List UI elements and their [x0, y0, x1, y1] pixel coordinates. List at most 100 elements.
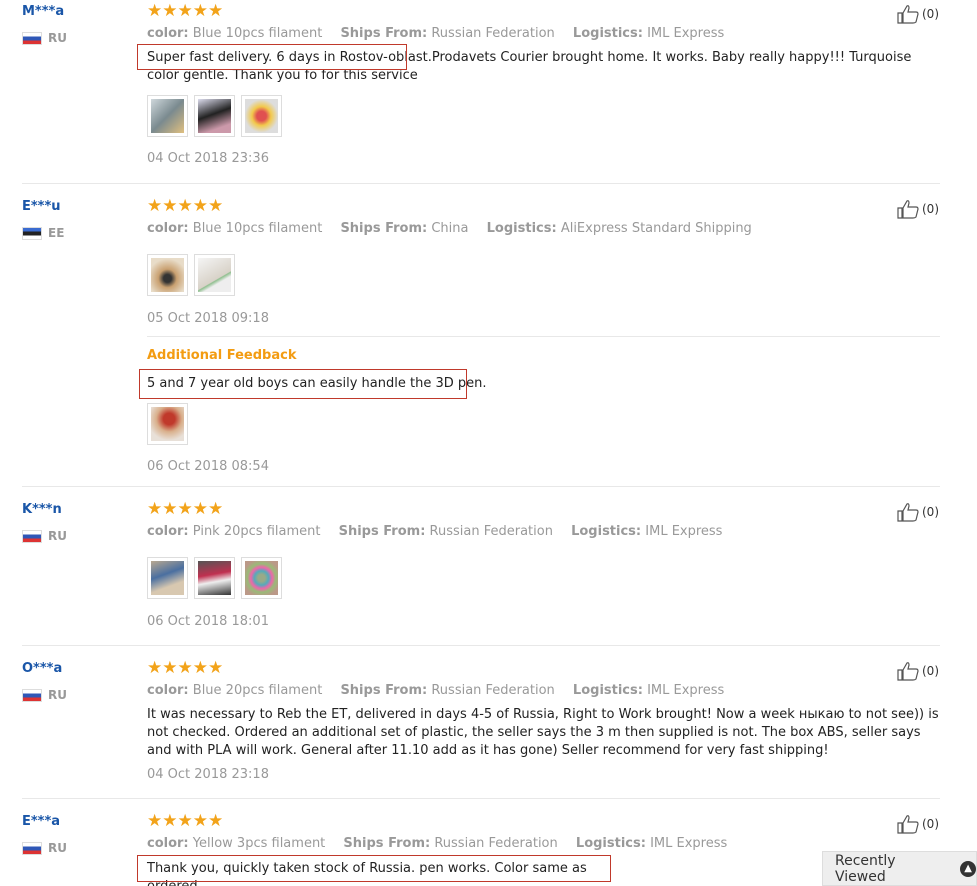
logistics-value: AliExpress Standard Shipping: [560, 221, 752, 236]
helpful-button[interactable]: (0): [897, 199, 939, 219]
reviewer-country: RU: [22, 529, 67, 543]
logistics-label: Logistics:: [572, 683, 643, 698]
review-meta: color: Yellow 3pcs filament Ships From: …: [147, 836, 741, 851]
country-code: RU: [48, 841, 67, 855]
rating-stars: ★★★★★: [147, 811, 224, 831]
additional-feedback-label: Additional Feedback: [147, 348, 297, 363]
reviewer-name[interactable]: E***a: [22, 814, 60, 829]
review-divider: [22, 486, 940, 487]
country-code: RU: [48, 688, 67, 702]
review-divider: [22, 183, 940, 184]
review-photo[interactable]: [147, 403, 188, 445]
review-photo[interactable]: [147, 254, 188, 296]
review-date: 06 Oct 2018 18:01: [147, 614, 269, 629]
helpful-count: (0): [922, 7, 939, 21]
review-photos: [147, 557, 282, 599]
chevron-up-icon: ▲: [960, 860, 976, 877]
reviewer-name[interactable]: E***u: [22, 199, 61, 214]
helpful-count: (0): [922, 505, 939, 519]
reviewer-name[interactable]: M***a: [22, 4, 64, 19]
review-meta: color: Blue 10pcs filament Ships From: C…: [147, 221, 766, 236]
logistics-label: Logistics:: [571, 524, 642, 539]
ships-value: Russian Federation: [429, 524, 553, 539]
rating-stars: ★★★★★: [147, 499, 224, 519]
rating-stars: ★★★★★: [147, 196, 224, 216]
ships-label: Ships From:: [343, 836, 431, 851]
reviewer-country: EE: [22, 226, 64, 240]
color-label: color:: [147, 836, 189, 851]
logistics-value: IML Express: [645, 524, 723, 539]
review-photo[interactable]: [194, 254, 235, 296]
reviewer-name[interactable]: O***a: [22, 661, 62, 676]
russia-flag-icon: [22, 31, 42, 45]
russia-flag-icon: [22, 529, 42, 543]
country-code: RU: [48, 529, 67, 543]
highlight-box: [137, 855, 611, 882]
logistics-value: IML Express: [647, 683, 725, 698]
color-label: color:: [147, 26, 189, 41]
review-photo[interactable]: [194, 95, 235, 137]
color-value: Yellow 3pcs filament: [192, 836, 326, 851]
highlight-box: [137, 44, 407, 70]
thumb-up-icon: [897, 662, 919, 681]
color-label: color:: [147, 683, 189, 698]
review-photo[interactable]: [241, 95, 282, 137]
helpful-count: (0): [922, 202, 939, 216]
russia-flag-icon: [22, 688, 42, 702]
review-date: 04 Oct 2018 23:18: [147, 767, 269, 782]
estonia-flag-icon: [22, 226, 42, 240]
reviewer-country: RU: [22, 688, 67, 702]
russia-flag-icon: [22, 841, 42, 855]
country-code: EE: [48, 226, 65, 240]
reviewer-name[interactable]: K***n: [22, 502, 62, 517]
review-meta: color: Blue 20pcs filament Ships From: R…: [147, 683, 738, 698]
color-label: color:: [147, 221, 189, 236]
review-photo[interactable]: [194, 557, 235, 599]
color-value: Blue 10pcs filament: [192, 221, 323, 236]
review-divider: [22, 798, 940, 799]
review-photo[interactable]: [147, 557, 188, 599]
review-photos: [147, 95, 282, 137]
review-photos: [147, 254, 235, 296]
helpful-count: (0): [922, 664, 939, 678]
ships-label: Ships From:: [338, 524, 426, 539]
logistics-value: IML Express: [647, 26, 725, 41]
review-divider: [22, 645, 940, 646]
color-value: Blue 10pcs filament: [192, 26, 323, 41]
ships-value: Russian Federation: [431, 683, 555, 698]
ships-value: Russian Federation: [431, 26, 555, 41]
color-label: color:: [147, 524, 189, 539]
helpful-button[interactable]: (0): [897, 502, 939, 522]
review-date: 05 Oct 2018 09:18: [147, 311, 269, 326]
review-photo[interactable]: [241, 557, 282, 599]
rating-stars: ★★★★★: [147, 1, 224, 21]
helpful-button[interactable]: (0): [897, 814, 939, 834]
additional-feedback-date: 06 Oct 2018 08:54: [147, 459, 269, 474]
logistics-label: Logistics:: [572, 26, 643, 41]
helpful-count: (0): [922, 817, 939, 831]
reviewer-country: RU: [22, 31, 67, 45]
review-meta: color: Pink 20pcs filament Ships From: R…: [147, 524, 736, 539]
ships-value: China: [431, 221, 469, 236]
ships-label: Ships From:: [340, 26, 428, 41]
logistics-value: IML Express: [650, 836, 728, 851]
color-value: Blue 20pcs filament: [192, 683, 323, 698]
highlight-box: [139, 369, 467, 399]
recently-viewed-tab[interactable]: Recently Viewed ▲: [822, 851, 977, 886]
recently-viewed-label: Recently Viewed: [835, 852, 896, 885]
rating-stars: ★★★★★: [147, 658, 224, 678]
ships-label: Ships From:: [340, 221, 428, 236]
thumb-up-icon: [897, 5, 919, 24]
helpful-button[interactable]: (0): [897, 661, 939, 681]
reviewer-country: RU: [22, 841, 67, 855]
review-text: It was necessary to Reb the ET, delivere…: [147, 707, 939, 758]
additional-divider: [147, 336, 940, 337]
review-meta: color: Blue 10pcs filament Ships From: R…: [147, 26, 738, 41]
review-photo[interactable]: [147, 95, 188, 137]
country-code: RU: [48, 31, 67, 45]
logistics-label: Logistics:: [486, 221, 557, 236]
additional-photos: [147, 403, 188, 445]
helpful-button[interactable]: (0): [897, 4, 939, 24]
color-value: Pink 20pcs filament: [192, 524, 321, 539]
thumb-up-icon: [897, 200, 919, 219]
